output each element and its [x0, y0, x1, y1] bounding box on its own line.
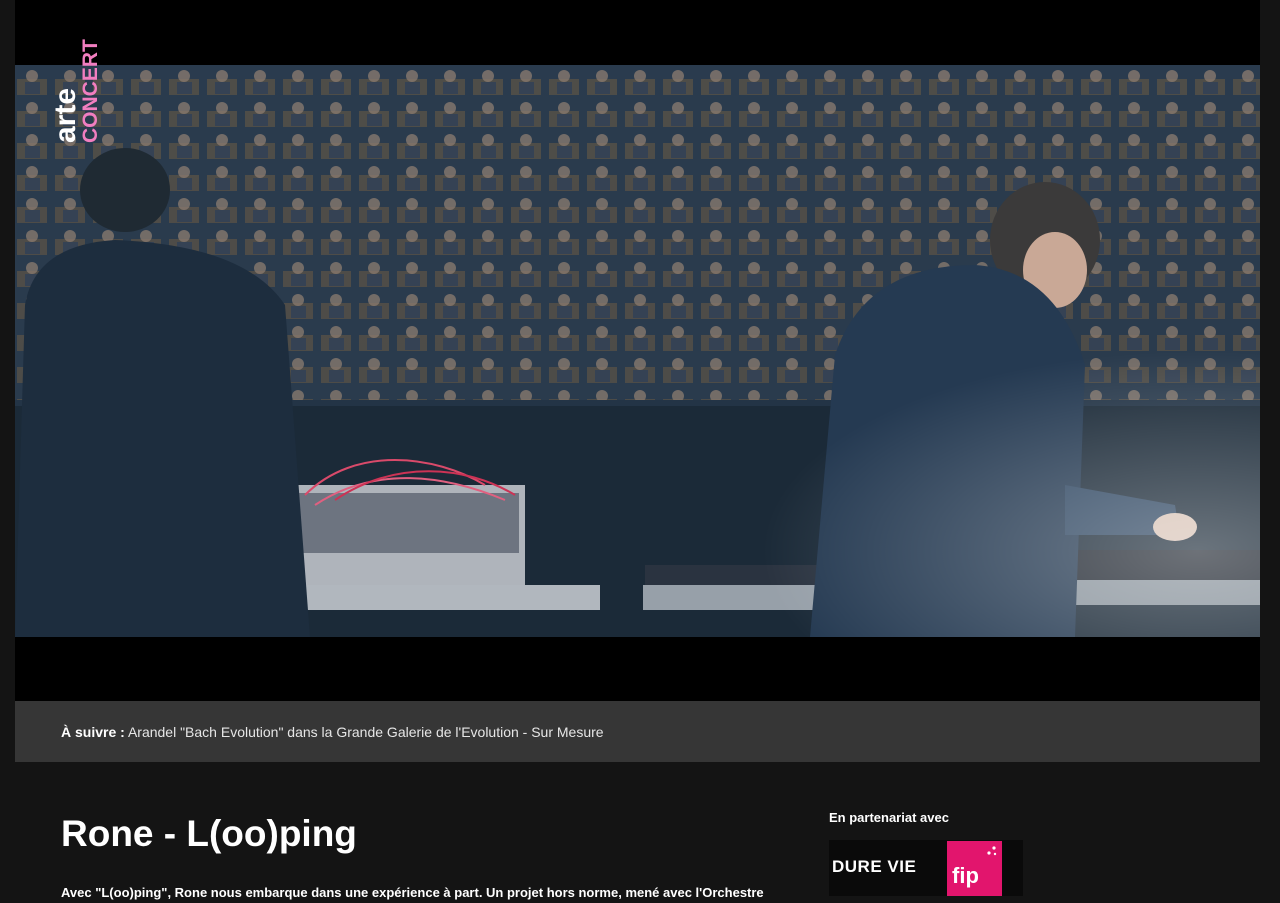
- video-frame[interactable]: [15, 65, 1260, 637]
- up-next-label: À suivre :: [61, 723, 125, 740]
- fip-logo[interactable]: fip: [947, 841, 1002, 896]
- partner-logos: DURE VIE fip: [829, 840, 1023, 896]
- fip-logo-text: fip: [952, 863, 979, 888]
- partner-section: En partenariat avec DURE VIE fip: [829, 810, 1023, 896]
- brand-bottom-text: CONCERT: [79, 39, 102, 143]
- brand-top-text: arte: [49, 88, 82, 143]
- fip-dots-icon: [987, 846, 997, 856]
- page-title: Rone - L(oo)ping: [61, 813, 357, 854]
- partner-label: En partenariat avec: [829, 810, 949, 825]
- concert-video-still: [15, 65, 1260, 637]
- up-next-bar[interactable]: À suivre : Arandel "Bach Evolution" dans…: [15, 701, 1260, 762]
- dure-vie-logo[interactable]: DURE VIE: [832, 857, 916, 877]
- page: arte CONCERT À suivre : Arandel "Bach Ev…: [0, 0, 1280, 903]
- description: Avec "L(oo)ping", Rone nous embarque dan…: [61, 885, 764, 900]
- video-player[interactable]: arte CONCERT: [15, 0, 1260, 701]
- arte-concert-logo: arte CONCERT: [45, 28, 105, 148]
- up-next-title[interactable]: Arandel "Bach Evolution" dans la Grande …: [128, 724, 604, 740]
